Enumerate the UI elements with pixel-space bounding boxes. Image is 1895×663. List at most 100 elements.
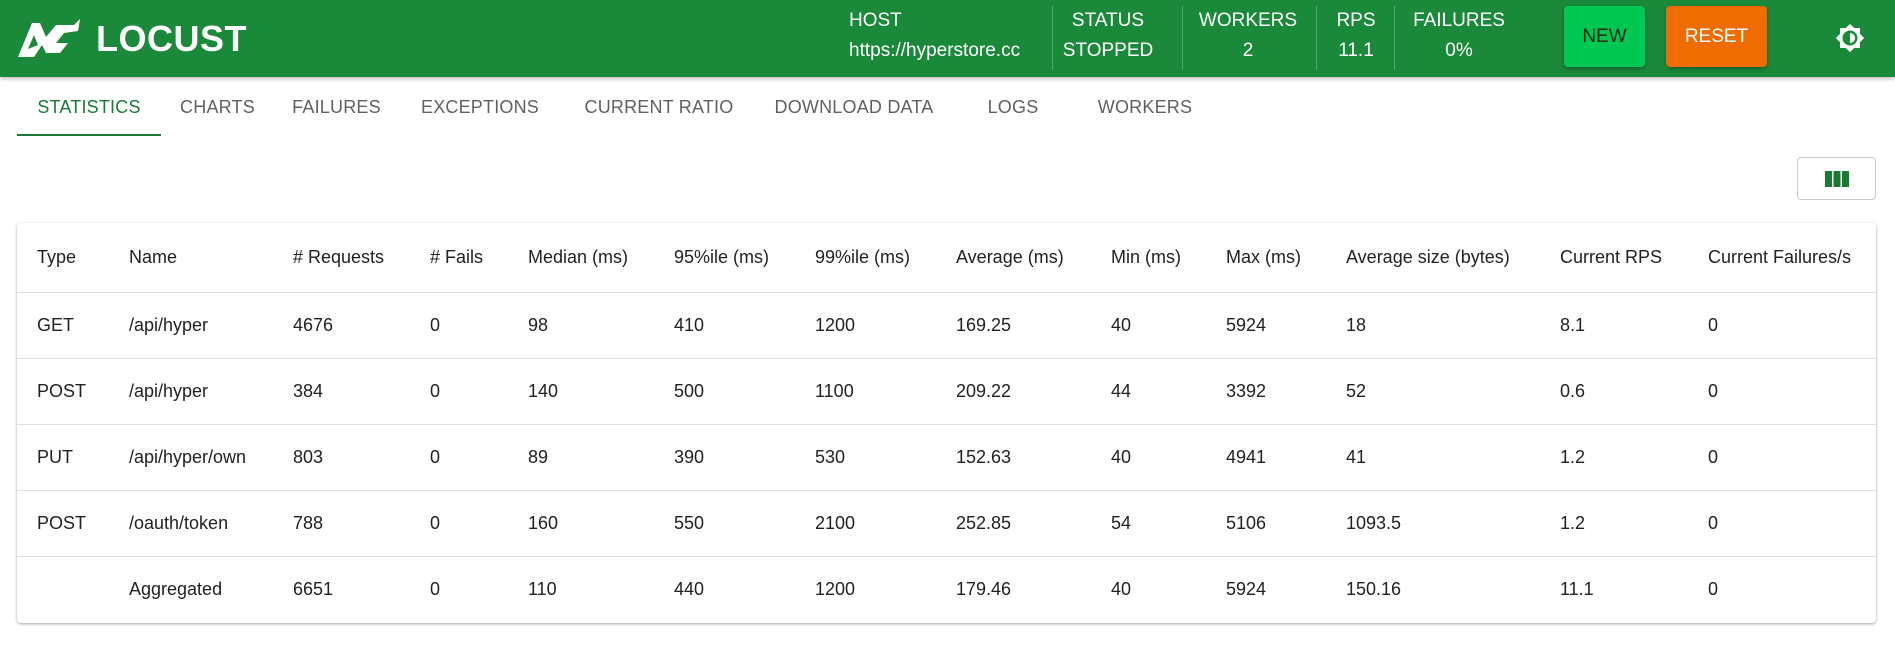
tab-workers[interactable]: WORKERS xyxy=(1075,77,1215,137)
brand-name: LOCUST xyxy=(96,18,247,59)
table-row: PUT /api/hyper/own 803 0 89 390 530 152.… xyxy=(17,424,1876,491)
table-cell: 0 xyxy=(1688,292,1876,359)
column-header[interactable]: Type xyxy=(17,223,109,293)
table-cell: 110 xyxy=(528,579,557,599)
table-cell: 169.25 xyxy=(936,292,1091,359)
header-divider xyxy=(1316,6,1317,70)
brightness-icon xyxy=(1835,23,1865,53)
rps-value: 11.1 xyxy=(1338,40,1374,61)
table-cell: 1100 xyxy=(795,358,936,425)
column-selector-button[interactable] xyxy=(1797,157,1876,200)
column-header[interactable]: Median (ms) xyxy=(508,223,654,293)
table-cell: 4676 xyxy=(273,292,410,359)
table-cell: 1.2 xyxy=(1540,490,1688,557)
table-cell: POST xyxy=(17,490,109,557)
table-cell: 440 xyxy=(674,579,705,599)
table-cell: 0 xyxy=(1688,358,1876,425)
table-cell: PUT xyxy=(17,424,109,491)
table-cell: 252.85 xyxy=(936,490,1091,557)
reset-stats-button[interactable]: RESET xyxy=(1666,6,1767,67)
statistics-table: Type Name # Requests # Fails Median (ms)… xyxy=(17,223,1876,622)
table-cell: /api/hyper xyxy=(109,358,273,425)
header-divider xyxy=(1394,6,1395,70)
host-value: https://hyperstore.cc xyxy=(849,40,1021,61)
table-cell: 44 xyxy=(1091,358,1206,425)
tab-current-ratio[interactable]: CURRENT RATIO xyxy=(561,77,757,137)
new-test-button[interactable]: NEW xyxy=(1564,6,1645,67)
column-header[interactable]: Average (ms) xyxy=(936,223,1091,293)
workers-label: WORKERS xyxy=(1198,10,1298,31)
column-header[interactable]: Current RPS xyxy=(1540,223,1688,293)
column-header[interactable]: 95%ile (ms) xyxy=(654,223,795,293)
table-cell: 179.46 xyxy=(956,579,1012,599)
tab-failures[interactable]: FAILURES xyxy=(274,77,399,137)
column-header[interactable]: Current Failures/s xyxy=(1688,223,1876,293)
tab-charts[interactable]: CHARTS xyxy=(161,77,274,137)
column-header[interactable]: Min (ms) xyxy=(1091,223,1206,293)
table-cell: 550 xyxy=(654,490,795,557)
tab-download-data[interactable]: DOWNLOAD DATA xyxy=(757,77,951,137)
table-cell: 0 xyxy=(1688,490,1876,557)
status-label: STATUS xyxy=(1071,10,1145,31)
table-cell: 384 xyxy=(273,358,410,425)
table-cell: 52 xyxy=(1326,358,1540,425)
failures-label: FAILURES xyxy=(1413,10,1505,31)
table-cell: 0 xyxy=(410,292,508,359)
table-cell: POST xyxy=(17,358,109,425)
table-cell: 803 xyxy=(273,424,410,491)
table-cell: 11.1 xyxy=(1560,579,1594,599)
table-cell: 4941 xyxy=(1206,424,1326,491)
locust-logo[interactable]: LOCUST xyxy=(16,18,247,60)
table-cell: /api/hyper/own xyxy=(109,424,273,491)
header-divider xyxy=(1052,6,1053,70)
table-cell: 41 xyxy=(1326,424,1540,491)
table-cell: 0 xyxy=(410,424,508,491)
table-row: POST /api/hyper 384 0 140 500 1100 209.2… xyxy=(17,358,1876,425)
table-cell: 530 xyxy=(795,424,936,491)
table-cell: Aggregated xyxy=(129,579,223,599)
table-cell: 8.1 xyxy=(1540,292,1688,359)
column-header[interactable]: Name xyxy=(109,223,273,293)
table-cell: 788 xyxy=(273,490,410,557)
table-cell: 150.16 xyxy=(1346,579,1402,599)
table-cell: 2100 xyxy=(795,490,936,557)
table-cell: 0 xyxy=(410,490,508,557)
rps-label: RPS xyxy=(1336,10,1376,31)
table-cell: 89 xyxy=(508,424,654,491)
table-cell: 98 xyxy=(508,292,654,359)
table-cell: 0 xyxy=(1708,579,1719,599)
table-cell: GET xyxy=(17,292,109,359)
column-header[interactable]: # Fails xyxy=(410,223,508,293)
table-cell: 1.2 xyxy=(1540,424,1688,491)
theme-toggle-button[interactable] xyxy=(1834,22,1866,54)
table-cell: 0 xyxy=(410,358,508,425)
column-header[interactable]: Max (ms) xyxy=(1206,223,1326,293)
table-cell: 40 xyxy=(1091,424,1206,491)
table-row: POST /oauth/token 788 0 160 550 2100 252… xyxy=(17,490,1876,557)
status-value: STOPPED xyxy=(1062,40,1154,61)
tab-exceptions[interactable]: EXCEPTIONS xyxy=(399,77,561,137)
table-cell: 5924 xyxy=(1206,292,1326,359)
main-tabs: STATISTICS CHARTS FAILURES EXCEPTIONS CU… xyxy=(17,77,1217,137)
tab-logs[interactable]: LOGS xyxy=(951,77,1075,137)
column-header[interactable]: 99%ile (ms) xyxy=(795,223,936,293)
table-cell: 3392 xyxy=(1206,358,1326,425)
column-header[interactable]: # Requests xyxy=(273,223,410,293)
status-stat: STATUS STOPPED xyxy=(1054,0,1162,77)
host-stat: HOST https://hyperstore.cc xyxy=(849,0,1049,77)
statistics-table-card: Type Name # Requests # Fails Median (ms)… xyxy=(17,223,1876,623)
column-header[interactable]: Average size (bytes) xyxy=(1326,223,1540,293)
view-column-icon xyxy=(1824,170,1849,187)
table-row: GET /api/hyper 4676 0 98 410 1200 169.25… xyxy=(17,292,1876,359)
table-row-aggregated: Aggregated 6651 0 110 440 1200 179.46 40… xyxy=(17,557,1876,623)
tab-statistics[interactable]: STATISTICS xyxy=(17,77,161,137)
workers-stat: WORKERS 2 xyxy=(1189,0,1307,77)
table-cell: 390 xyxy=(654,424,795,491)
table-cell xyxy=(17,557,109,623)
table-cell: 5106 xyxy=(1206,490,1326,557)
table-cell: 54 xyxy=(1091,490,1206,557)
table-cell: 140 xyxy=(508,358,654,425)
table-cell: 500 xyxy=(654,358,795,425)
workers-value: 2 xyxy=(1242,40,1254,61)
table-header-row: Type Name # Requests # Fails Median (ms)… xyxy=(17,223,1876,293)
